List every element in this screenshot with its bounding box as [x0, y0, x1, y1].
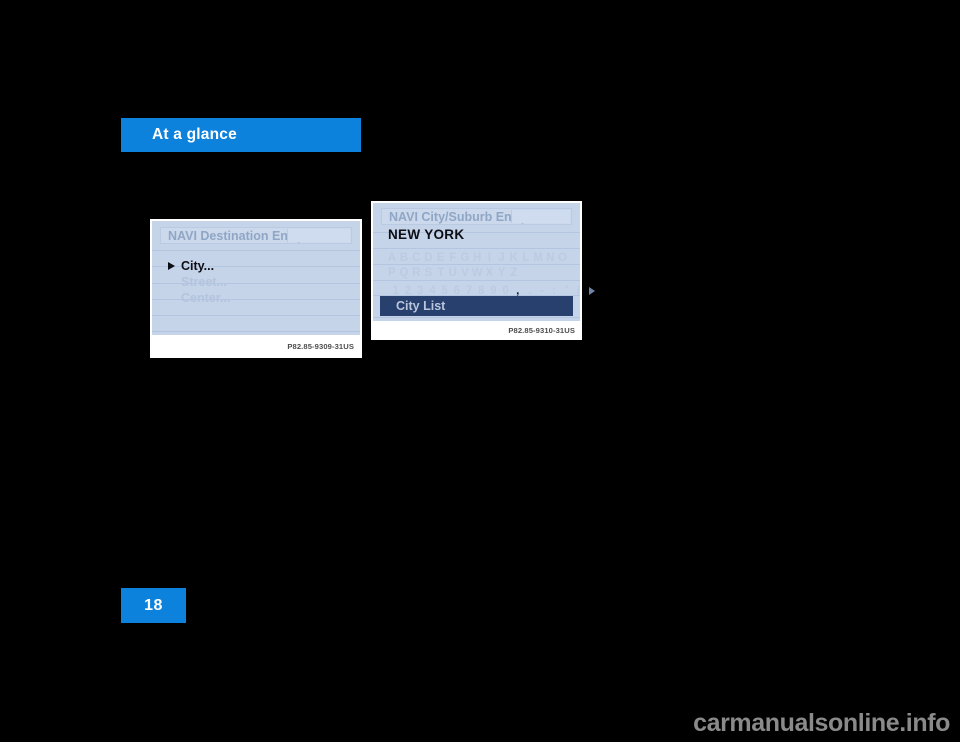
figure-navi-city-suburb-entry: NAVI City/Suburb Entry NEW YORK A B C D …	[371, 201, 595, 340]
screen-titlebar-text: NAVI Destination Entry	[168, 228, 304, 243]
key-K[interactable]: K	[508, 252, 520, 264]
menu-item-city-label: City...	[181, 259, 215, 273]
key-W[interactable]: W	[471, 267, 483, 279]
menu-item-city[interactable]: City...	[168, 259, 214, 273]
key-B[interactable]: B	[398, 252, 410, 264]
navi-city-suburb-screen: NAVI City/Suburb Entry NEW YORK A B C D …	[373, 203, 595, 321]
key-C[interactable]: C	[410, 252, 422, 264]
key-D[interactable]: D	[423, 252, 435, 264]
keyboard-row-letters-2[interactable]: P Q R S T U V W X Y Z	[386, 267, 520, 279]
key-H[interactable]: H	[471, 252, 483, 264]
key-M[interactable]: M	[532, 252, 544, 264]
key-X[interactable]: X	[484, 267, 496, 279]
key-P[interactable]: P	[386, 267, 398, 279]
key-slash[interactable]: /	[573, 285, 585, 297]
navi-destination-screen: NAVI Destination Entry City... Street...…	[152, 221, 360, 335]
arrow-right-icon[interactable]	[589, 287, 595, 295]
key-O[interactable]: O	[557, 252, 569, 264]
key-E[interactable]: E	[435, 252, 447, 264]
menu-item-center-label: Center...	[181, 291, 231, 305]
page-number-block: 18	[121, 588, 186, 623]
key-Z[interactable]: Z	[508, 267, 520, 279]
section-title: At a glance	[152, 126, 237, 143]
screen-titlebar-text: NAVI City/Suburb Entry	[389, 209, 528, 224]
key-G[interactable]: G	[459, 252, 471, 264]
key-S[interactable]: S	[423, 267, 435, 279]
menu-item-street-label: Street...	[181, 275, 227, 289]
menu-item-street[interactable]: Street...	[181, 275, 227, 289]
key-F[interactable]: F	[447, 252, 459, 264]
key-N[interactable]: N	[544, 252, 556, 264]
city-entry-value: NEW YORK	[388, 227, 465, 242]
key-Q[interactable]: Q	[398, 267, 410, 279]
city-list-label: City List	[396, 299, 446, 313]
key-R[interactable]: R	[410, 267, 422, 279]
screen-titlebar-slot	[287, 229, 350, 242]
key-J[interactable]: J	[496, 252, 508, 264]
triangle-right-marker-icon	[168, 262, 175, 270]
watermark-text: carmanualsonline.info	[693, 709, 950, 737]
figure-caption-1: P82.85-9309-31US	[287, 342, 354, 351]
key-I[interactable]: I	[484, 252, 496, 264]
figure-caption-2: P82.85-9310-31US	[508, 326, 575, 335]
menu-item-center[interactable]: Center...	[181, 291, 230, 305]
figure-navi-destination-entry: NAVI Destination Entry City... Street...…	[150, 219, 362, 358]
screen-titlebar: NAVI City/Suburb Entry	[381, 208, 572, 225]
key-U[interactable]: U	[447, 267, 459, 279]
key-L[interactable]: L	[520, 252, 532, 264]
key-A[interactable]: A	[386, 252, 398, 264]
key-T[interactable]: T	[435, 267, 447, 279]
section-header-bar: At a glance	[121, 118, 361, 152]
screen-titlebar-slot	[511, 210, 570, 223]
screen-titlebar: NAVI Destination Entry	[160, 227, 352, 244]
city-list-button[interactable]: City List	[380, 296, 573, 316]
key-V[interactable]: V	[459, 267, 471, 279]
key-Y[interactable]: Y	[496, 267, 508, 279]
keyboard-row-letters-1[interactable]: A B C D E F G H I J K L M N O	[386, 252, 569, 264]
page-number: 18	[144, 596, 163, 614]
